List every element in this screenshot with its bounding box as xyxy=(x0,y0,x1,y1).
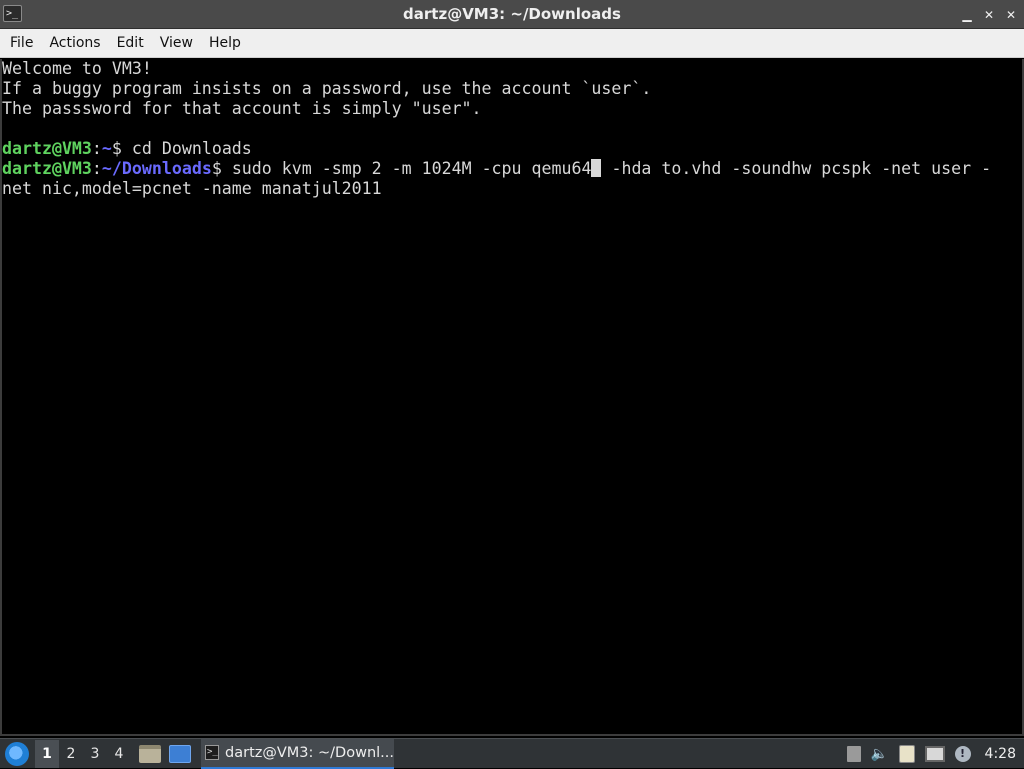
menu-bar: File Actions Edit View Help xyxy=(0,29,1024,58)
prompt-command: cd Downloads xyxy=(131,139,252,158)
eject-icon[interactable] xyxy=(846,745,861,762)
title-bar[interactable]: >_ dartz@VM3: ~/Downloads ▁ ✕ ✕ xyxy=(0,0,1024,29)
prompt-user: dartz@VM3 xyxy=(2,159,92,178)
clock[interactable]: 4:28 xyxy=(985,746,1016,762)
command-after-cursor: -hda to.vhd -soundhw pcspk -net user - xyxy=(601,159,992,178)
prompt-line-2: dartz@VM3:~/Downloads$ sudo kvm -smp 2 -… xyxy=(2,159,1022,179)
workspace-3[interactable]: 3 xyxy=(83,740,107,768)
motd-line-2: If a buggy program insists on a password… xyxy=(2,79,652,98)
prompt-separator: : xyxy=(91,139,102,158)
motd-line-1: Welcome to VM3! xyxy=(2,59,152,78)
close-icon[interactable]: ✕ xyxy=(1004,8,1018,22)
command-wrap-line: net nic,model=pcnet -name manatjul2011 xyxy=(2,179,382,198)
volume-icon[interactable]: 🔈 xyxy=(871,745,889,763)
prompt-user: dartz@VM3 xyxy=(2,139,92,158)
command-before-cursor: sudo kvm -smp 2 -m 1024M -cpu qemu64 xyxy=(231,159,592,178)
prompt-path: ~ xyxy=(101,139,112,158)
prompt-symbol: $ xyxy=(211,159,232,178)
prompt-separator: : xyxy=(91,159,102,178)
text-cursor xyxy=(591,159,602,177)
terminal-output[interactable]: Welcome to VM3! If a buggy program insis… xyxy=(0,59,1024,736)
taskbar: 1 2 3 4 >_ dartz@VM3: ~/Downl... 🔈 ! 4:2… xyxy=(0,738,1024,769)
system-tray: 🔈 ! 4:28 xyxy=(846,744,1024,763)
network-icon[interactable] xyxy=(924,745,945,762)
workspace-1[interactable]: 1 xyxy=(35,739,59,768)
workspace-2[interactable]: 2 xyxy=(59,740,83,768)
show-desktop-icon[interactable] xyxy=(169,744,191,763)
workspace-switcher: 1 2 3 4 xyxy=(35,739,131,768)
terminal-window: >_ dartz@VM3: ~/Downloads ▁ ✕ ✕ File Act… xyxy=(0,0,1024,738)
prompt-path: ~/Downloads xyxy=(101,159,212,178)
motd-line-3: The passsword for that account is simply… xyxy=(2,99,482,118)
menu-actions[interactable]: Actions xyxy=(41,29,108,58)
clipboard-icon[interactable] xyxy=(898,744,915,763)
taskbar-terminal-task[interactable]: >_ dartz@VM3: ~/Downl... xyxy=(201,738,394,769)
menu-view[interactable]: View xyxy=(152,29,201,58)
task-label: dartz@VM3: ~/Downl... xyxy=(225,744,394,761)
workspace-4[interactable]: 4 xyxy=(107,740,131,768)
prompt-symbol: $ xyxy=(111,139,132,158)
menu-edit[interactable]: Edit xyxy=(109,29,152,58)
window-controls: ▁ ✕ ✕ xyxy=(960,0,1018,29)
terminal-icon: >_ xyxy=(205,745,220,760)
menu-file[interactable]: File xyxy=(2,29,41,58)
file-manager-icon[interactable] xyxy=(139,744,161,763)
update-notifier-icon[interactable]: ! xyxy=(954,745,971,762)
prompt-line-1: dartz@VM3:~$ cd Downloads xyxy=(2,139,1022,159)
window-title: dartz@VM3: ~/Downloads xyxy=(403,5,621,23)
minimize-icon[interactable]: ▁ xyxy=(960,8,974,22)
menu-help[interactable]: Help xyxy=(201,29,249,58)
maximize-icon[interactable]: ✕ xyxy=(982,8,996,22)
start-menu-icon[interactable] xyxy=(5,741,29,766)
